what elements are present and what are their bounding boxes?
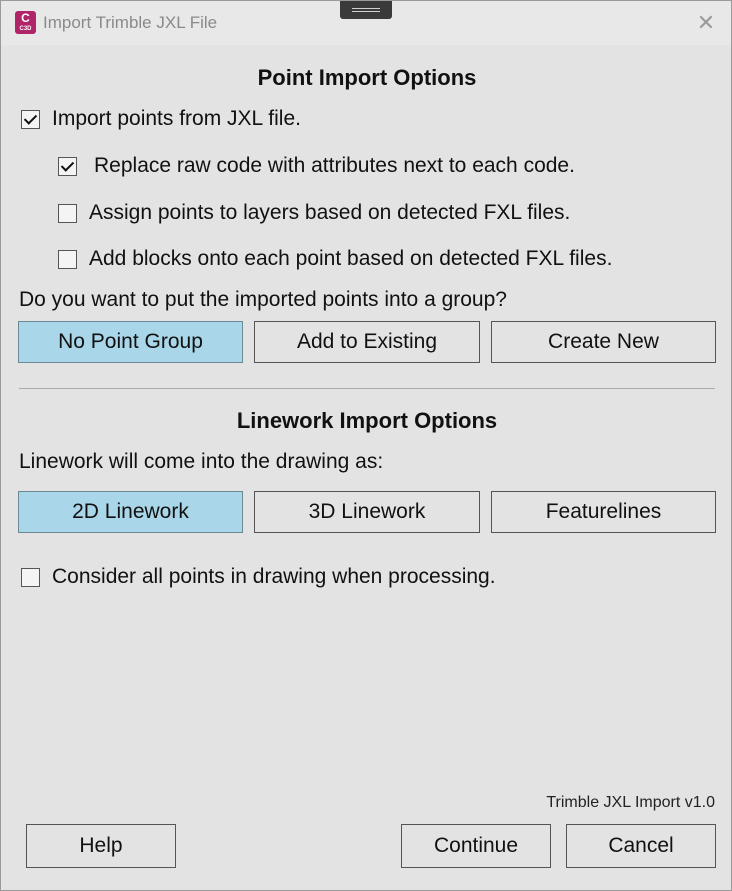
point-section-title: Point Import Options	[257, 65, 477, 90]
consider-all-label: Consider all points in drawing when proc…	[52, 565, 496, 588]
app-icon-sub: C3D	[19, 26, 32, 32]
add-blocks-option[interactable]: Add blocks onto each point based on dete…	[58, 247, 612, 271]
replace-code-label: Replace raw code with attributes next to…	[94, 154, 575, 177]
no-point-group-button[interactable]: No Point Group	[18, 321, 243, 363]
section-divider	[19, 388, 715, 389]
create-new-button[interactable]: Create New	[491, 321, 716, 363]
title-bar[interactable]: C C3D Import Trimble JXL File ✕	[1, 1, 731, 45]
import-points-checkbox[interactable]	[21, 109, 40, 129]
civil3d-app-icon: C C3D	[15, 11, 36, 34]
group-question: Do you want to put the imported points i…	[19, 288, 507, 311]
app-icon-letter: C	[21, 11, 30, 25]
import-points-label: Import points from JXL file.	[52, 107, 301, 130]
featurelines-button[interactable]: Featurelines	[491, 491, 716, 533]
assign-layers-checkbox[interactable]	[58, 203, 77, 223]
close-icon[interactable]: ✕	[691, 11, 721, 35]
add-blocks-checkbox[interactable]	[58, 249, 77, 269]
add-to-existing-button[interactable]: Add to Existing	[254, 321, 480, 363]
replace-code-checkbox[interactable]	[58, 156, 77, 176]
import-dialog: C C3D Import Trimble JXL File ✕ Point Im…	[0, 0, 732, 891]
linework-question: Linework will come into the drawing as:	[19, 450, 384, 473]
help-button[interactable]: Help	[26, 824, 176, 868]
3d-linework-button[interactable]: 3D Linework	[254, 491, 480, 533]
consider-all-checkbox[interactable]	[21, 567, 40, 587]
drag-handle[interactable]	[340, 1, 392, 19]
linework-section-title: Linework Import Options	[236, 408, 498, 433]
add-blocks-label: Add blocks onto each point based on dete…	[89, 247, 613, 270]
assign-layers-option[interactable]: Assign points to layers based on detecte…	[58, 201, 570, 225]
version-label: Trimble JXL Import v1.0	[546, 794, 715, 811]
replace-code-option[interactable]: Replace raw code with attributes next to…	[58, 154, 575, 178]
import-points-option[interactable]: Import points from JXL file.	[21, 107, 301, 131]
assign-layers-label: Assign points to layers based on detecte…	[89, 201, 571, 224]
consider-all-option[interactable]: Consider all points in drawing when proc…	[21, 565, 496, 589]
2d-linework-button[interactable]: 2D Linework	[18, 491, 243, 533]
cancel-button[interactable]: Cancel	[566, 824, 716, 868]
window-title: Import Trimble JXL File	[43, 13, 218, 32]
continue-button[interactable]: Continue	[401, 824, 551, 868]
